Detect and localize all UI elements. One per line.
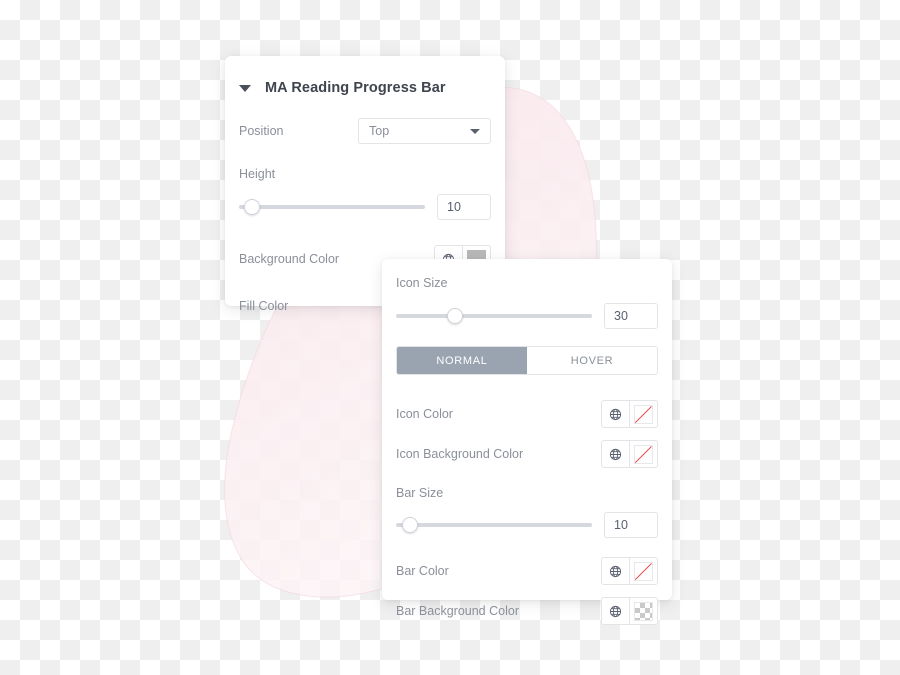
globe-icon[interactable] [602, 441, 630, 467]
bar-color-control[interactable] [601, 557, 658, 585]
icon-background-color-label: Icon Background Color [396, 447, 524, 461]
bar-size-input[interactable]: 10 [604, 512, 658, 538]
bar-color-swatch[interactable] [630, 558, 657, 584]
color-swatch-empty [634, 444, 653, 464]
icon-background-color-control[interactable] [601, 440, 658, 468]
tab-normal[interactable]: NORMAL [397, 347, 527, 374]
bar-size-slider-track [396, 523, 592, 527]
position-label: Position [239, 124, 284, 138]
height-slider[interactable] [239, 199, 425, 215]
page-title: MA Reading Progress Bar [265, 80, 446, 96]
icon-color-label: Icon Color [396, 407, 453, 421]
icon-settings-panel: Icon Size 30 NORMAL HOVER Icon Color Ico… [382, 259, 672, 625]
position-select-value: Top [369, 124, 390, 138]
bar-size-slider-handle[interactable] [401, 517, 418, 533]
icon-color-row: Icon Color [382, 400, 672, 428]
tab-hover[interactable]: HOVER [527, 347, 657, 374]
icon-background-color-row: Icon Background Color [382, 440, 672, 468]
height-slider-row: 10 [225, 194, 505, 220]
height-label: Height [239, 167, 276, 181]
color-swatch-empty [634, 561, 653, 581]
icon-background-color-swatch[interactable] [630, 441, 657, 467]
icon-size-slider-row: 30 [382, 303, 672, 329]
bar-size-label: Bar Size [396, 486, 444, 500]
bar-background-color-label: Bar Background Color [396, 604, 519, 618]
globe-icon[interactable] [602, 401, 630, 427]
icon-size-label: Icon Size [396, 276, 448, 290]
globe-icon[interactable] [602, 598, 630, 624]
bar-color-label: Bar Color [396, 564, 449, 578]
chevron-down-icon [470, 129, 480, 134]
state-tab-group: NORMAL HOVER [396, 346, 658, 375]
position-select[interactable]: Top [358, 118, 491, 144]
icon-color-swatch[interactable] [630, 401, 657, 427]
height-slider-track [239, 205, 425, 209]
bar-size-slider[interactable] [396, 517, 592, 533]
height-input[interactable]: 10 [437, 194, 491, 220]
caret-down-icon[interactable] [239, 84, 251, 92]
bar-color-row: Bar Color [382, 557, 672, 585]
icon-size-slider[interactable] [396, 308, 592, 324]
color-swatch-empty [634, 404, 653, 424]
icon-size-input[interactable]: 30 [604, 303, 658, 329]
bar-background-color-swatch[interactable] [630, 598, 657, 624]
background-color-label: Background Color [239, 252, 340, 266]
icon-size-slider-track [396, 314, 592, 318]
bar-background-color-row: Bar Background Color [382, 597, 672, 625]
panel-header[interactable]: MA Reading Progress Bar [225, 56, 505, 96]
bar-background-color-control[interactable] [601, 597, 658, 625]
icon-size-slider-handle[interactable] [446, 308, 463, 324]
color-swatch-transparent [634, 601, 653, 621]
icon-color-control[interactable] [601, 400, 658, 428]
globe-icon[interactable] [602, 558, 630, 584]
height-slider-handle[interactable] [244, 199, 261, 215]
position-row: Position Top [225, 118, 505, 144]
bar-size-slider-row: 10 [382, 512, 672, 538]
